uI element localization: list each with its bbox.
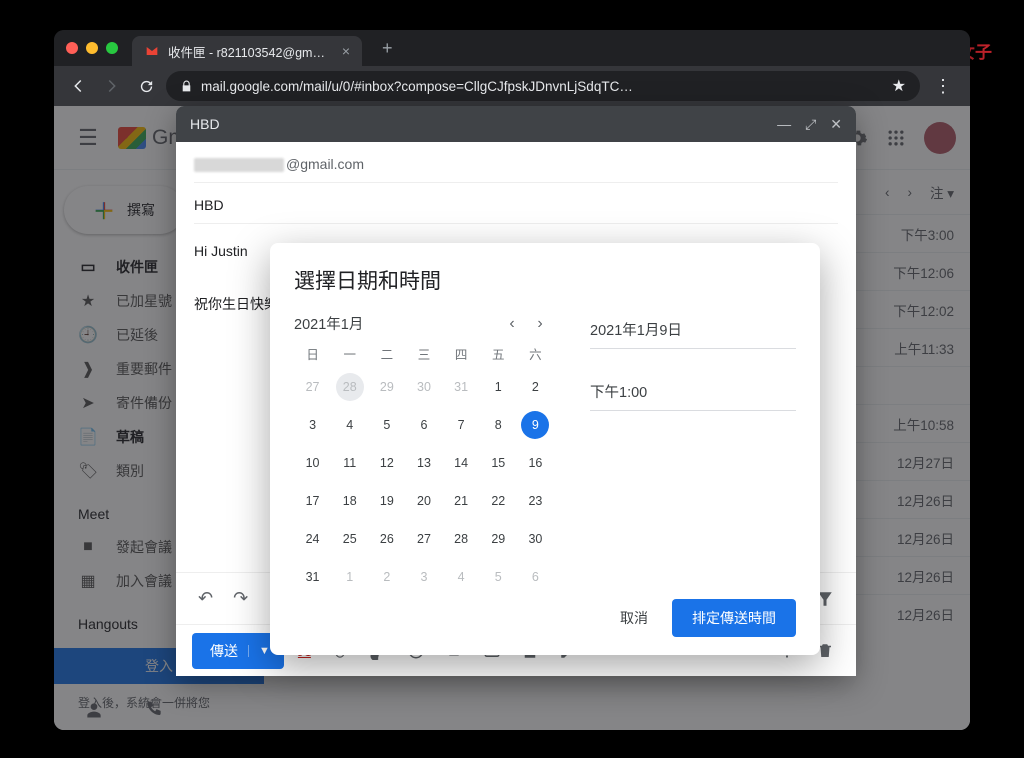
calendar-day: 29 <box>373 373 401 401</box>
calendar-day[interactable]: 17 <box>299 487 327 515</box>
calendar-day[interactable]: 24 <box>299 525 327 553</box>
chrome-toolbar: mail.google.com/mail/u/0/#inbox?compose=… <box>54 66 970 106</box>
nav-forward-button[interactable] <box>98 72 126 100</box>
weekday-header: 一 <box>331 344 368 363</box>
mac-minimize-icon[interactable] <box>86 42 98 54</box>
lock-icon <box>180 80 193 93</box>
calendar-day[interactable]: 27 <box>410 525 438 553</box>
calendar-day[interactable]: 8 <box>484 411 512 439</box>
calendar-day: 27 <box>299 373 327 401</box>
chrome-menu-button[interactable]: ⋮ <box>926 76 960 97</box>
weekday-header: 三 <box>405 344 442 363</box>
compose-close-icon[interactable]: ✕ <box>830 116 842 133</box>
browser-tab[interactable]: 收件匣 - r821103542@gmail.co × <box>132 36 362 66</box>
weekday-header: 二 <box>368 344 405 363</box>
calendar-day[interactable]: 22 <box>484 487 512 515</box>
calendar-day[interactable]: 3 <box>299 411 327 439</box>
new-tab-button[interactable]: + <box>376 38 399 59</box>
calendar-day[interactable]: 26 <box>373 525 401 553</box>
bookmark-star-icon[interactable]: ★ <box>892 76 906 96</box>
calendar-day[interactable]: 18 <box>336 487 364 515</box>
calendar-day: 4 <box>447 563 475 591</box>
mac-zoom-icon[interactable] <box>106 42 118 54</box>
schedule-send-button[interactable]: 排定傳送時間 <box>672 599 796 637</box>
cancel-button[interactable]: 取消 <box>610 600 658 636</box>
compose-header[interactable]: HBD — ⤢ ✕ <box>176 106 856 142</box>
calendar-day[interactable]: 9 <box>521 411 549 439</box>
calendar-day[interactable]: 6 <box>410 411 438 439</box>
calendar-month-label: 2021年1月 <box>294 313 498 334</box>
schedule-date-input[interactable]: 2021年1月9日 <box>590 315 796 349</box>
gmail-favicon-icon <box>144 43 160 59</box>
calendar-day: 28 <box>336 373 364 401</box>
calendar-day[interactable]: 28 <box>447 525 475 553</box>
redo-icon[interactable]: ↷ <box>227 588 254 609</box>
calendar-day[interactable]: 21 <box>447 487 475 515</box>
chrome-tabstrip: 收件匣 - r821103542@gmail.co × + <box>54 30 970 66</box>
calendar-day: 1 <box>336 563 364 591</box>
address-bar[interactable]: mail.google.com/mail/u/0/#inbox?compose=… <box>166 71 920 101</box>
calendar-day[interactable]: 29 <box>484 525 512 553</box>
calendar-day[interactable]: 10 <box>299 449 327 477</box>
calendar-day[interactable]: 12 <box>373 449 401 477</box>
calendar-picker: 2021年1月 ‹ › 日一二三四五六272829303112345678910… <box>294 313 554 591</box>
gmail-app: ☰ Gmail 搜尋郵件 ▼ ＋撰寫 ▭收件匣★已加星號🕘已延後❱重要郵件➤寄件… <box>54 106 970 730</box>
calendar-day: 6 <box>521 563 549 591</box>
calendar-day: 30 <box>410 373 438 401</box>
calendar-day[interactable]: 15 <box>484 449 512 477</box>
calendar-day[interactable]: 11 <box>336 449 364 477</box>
weekday-header: 五 <box>480 344 517 363</box>
calendar-day[interactable]: 1 <box>484 373 512 401</box>
calendar-day[interactable]: 4 <box>336 411 364 439</box>
nav-back-button[interactable] <box>64 72 92 100</box>
calendar-day[interactable]: 13 <box>410 449 438 477</box>
mac-traffic-lights <box>66 42 118 54</box>
url-text: mail.google.com/mail/u/0/#inbox?compose=… <box>201 79 884 94</box>
calendar-day: 5 <box>484 563 512 591</box>
calendar-day[interactable]: 23 <box>521 487 549 515</box>
calendar-day[interactable]: 16 <box>521 449 549 477</box>
calendar-day: 3 <box>410 563 438 591</box>
calendar-prev-icon[interactable]: ‹ <box>498 315 526 333</box>
calendar-day[interactable]: 30 <box>521 525 549 553</box>
compose-to-field[interactable]: @gmail.com <box>194 154 838 183</box>
calendar-day[interactable]: 31 <box>299 563 327 591</box>
calendar-day[interactable]: 14 <box>447 449 475 477</box>
browser-window: 收件匣 - r821103542@gmail.co × + mail.googl… <box>54 30 970 730</box>
send-dropdown-icon[interactable]: ▼ <box>248 645 270 657</box>
weekday-header: 六 <box>517 344 554 363</box>
tab-close-icon[interactable]: × <box>342 43 350 59</box>
weekday-header: 日 <box>294 344 331 363</box>
schedule-send-modal: 選擇日期和時間 2021年1月 ‹ › 日一二三四五六2728293031123… <box>270 243 820 655</box>
calendar-day[interactable]: 2 <box>521 373 549 401</box>
calendar-day: 2 <box>373 563 401 591</box>
compose-title: HBD <box>190 116 220 132</box>
calendar-day: 31 <box>447 373 475 401</box>
nav-reload-button[interactable] <box>132 72 160 100</box>
calendar-day[interactable]: 20 <box>410 487 438 515</box>
modal-title: 選擇日期和時間 <box>294 265 796 295</box>
redacted-recipient <box>194 158 284 172</box>
compose-expand-icon[interactable]: ⤢ <box>805 116 816 133</box>
calendar-day[interactable]: 25 <box>336 525 364 553</box>
compose-minimize-icon[interactable]: — <box>777 116 791 132</box>
calendar-day[interactable]: 19 <box>373 487 401 515</box>
calendar-day[interactable]: 7 <box>447 411 475 439</box>
schedule-time-input[interactable]: 下午1:00 <box>590 377 796 411</box>
calendar-day[interactable]: 5 <box>373 411 401 439</box>
tab-title: 收件匣 - r821103542@gmail.co <box>168 42 328 61</box>
mac-close-icon[interactable] <box>66 42 78 54</box>
weekday-header: 四 <box>443 344 480 363</box>
compose-subject-field[interactable]: HBD <box>194 191 838 224</box>
undo-icon[interactable]: ↶ <box>192 588 219 609</box>
calendar-next-icon[interactable]: › <box>526 315 554 333</box>
